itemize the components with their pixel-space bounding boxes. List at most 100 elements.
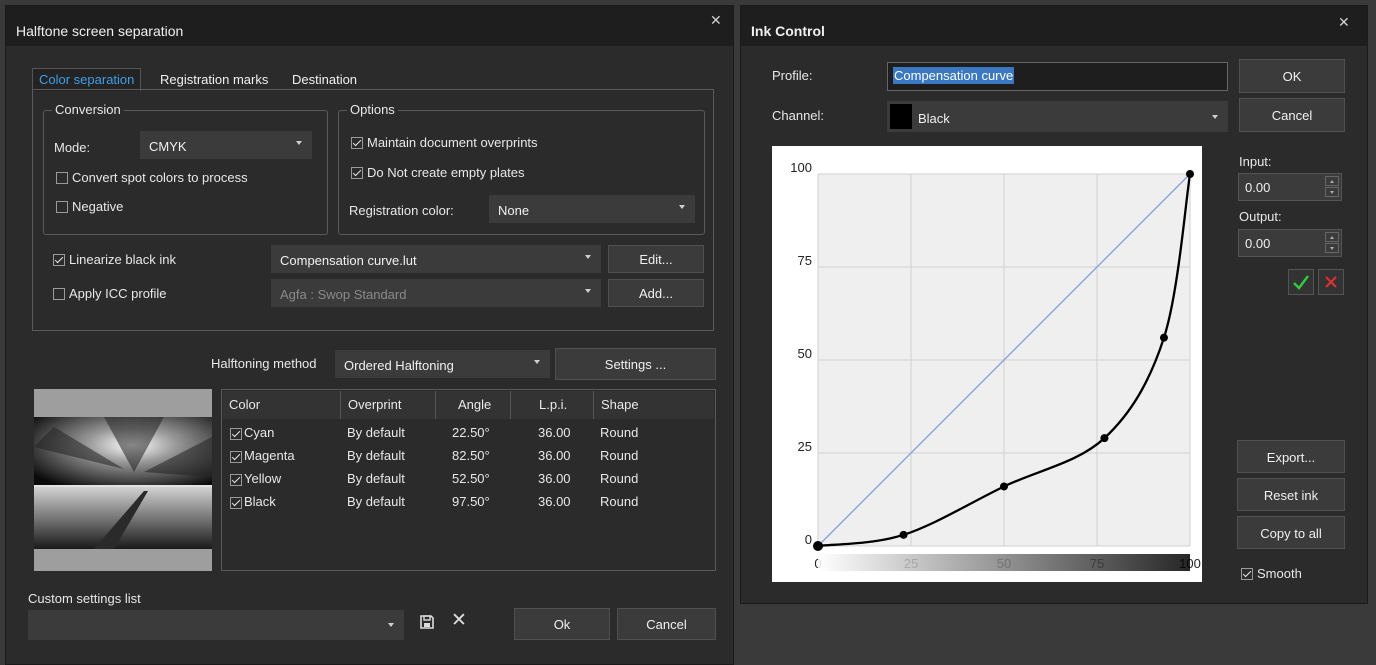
icc-select: Agfa : Swop Standard	[271, 279, 601, 307]
output-stepper[interactable]: 0.00	[1238, 229, 1342, 257]
custom-settings-label: Custom settings list	[28, 591, 141, 606]
add-button[interactable]: Add...	[608, 279, 704, 307]
smooth-checkbox[interactable]	[1241, 568, 1253, 580]
ink-control-window: Ink Control ✕ Profile: Compensation curv…	[740, 5, 1368, 604]
no-empty-plates-label: Do Not create empty plates	[367, 165, 525, 180]
no-empty-plates-checkbox[interactable]	[351, 167, 363, 179]
column-header-shape[interactable]: Shape	[601, 397, 639, 412]
stepper-down-icon[interactable]	[1325, 243, 1339, 253]
profile-input[interactable]: Compensation curve	[887, 62, 1228, 91]
cancel-button[interactable]: Cancel	[1239, 98, 1345, 132]
table-cell: 36.00	[538, 471, 571, 486]
apply-icc-checkbox[interactable]	[53, 288, 65, 300]
tab-color-separation[interactable]: Color separation	[32, 68, 142, 91]
channel-swatch	[890, 104, 912, 129]
column-header-color[interactable]: Color	[229, 397, 260, 412]
stepper-up-icon[interactable]	[1325, 176, 1339, 186]
color-separation-panel: Conversion Mode: CMYK Convert spot color…	[32, 89, 714, 331]
reject-icon[interactable]	[1318, 269, 1344, 295]
table-cell: By default	[347, 448, 405, 463]
table-cell: 22.50°	[452, 425, 490, 440]
table-cell: 36.00	[538, 425, 571, 440]
conversion-legend: Conversion	[52, 102, 124, 117]
curve-point	[899, 530, 908, 539]
registration-color-value: None	[498, 203, 530, 218]
lut-select[interactable]: Compensation curve.lut	[271, 245, 601, 273]
mode-value: CMYK	[149, 139, 187, 154]
ok-button[interactable]: OK	[1239, 59, 1345, 93]
tab-registration-marks[interactable]: Registration marks	[160, 72, 268, 87]
table-cell: By default	[347, 494, 405, 509]
linearize-label: Linearize black ink	[69, 252, 176, 267]
preview-image-frame	[34, 389, 212, 571]
stepper-up-icon[interactable]	[1325, 232, 1339, 242]
table-cell: By default	[347, 471, 405, 486]
ink-control-titlebar: Ink Control ✕	[741, 6, 1367, 46]
maintain-overprints-checkbox[interactable]	[351, 137, 363, 149]
negative-checkbox[interactable]	[56, 201, 68, 213]
halftoning-method-select[interactable]: Ordered Halftoning	[335, 350, 550, 378]
channel-select[interactable]: Black	[887, 101, 1228, 132]
cancel-button[interactable]: Cancel	[617, 608, 716, 640]
column-header-lpi[interactable]: L.p.i.	[539, 397, 567, 412]
mode-select[interactable]: CMYK	[140, 131, 312, 159]
convert-spot-label: Convert spot colors to process	[72, 170, 248, 185]
close-icon[interactable]: ✕	[1338, 14, 1350, 31]
channel-label: Channel:	[772, 108, 825, 123]
halftoning-method-value: Ordered Halftoning	[344, 358, 454, 373]
settings-button[interactable]: Settings ...	[555, 348, 716, 380]
copy-to-all-button[interactable]: Copy to all	[1237, 516, 1345, 549]
row-checkbox[interactable]	[230, 428, 242, 440]
row-checkbox[interactable]	[230, 451, 242, 463]
ink-curve-graph[interactable]: 02550751000255075100	[772, 146, 1202, 582]
table-cell: 36.00	[538, 494, 571, 509]
mode-label: Mode:	[54, 140, 91, 155]
y-tick-label: 0	[805, 532, 812, 547]
y-tick-label: 75	[798, 253, 812, 268]
close-icon[interactable]: ✕	[710, 12, 722, 29]
save-icon[interactable]	[419, 614, 435, 633]
stepper-down-icon[interactable]	[1325, 187, 1339, 197]
apply-icc-label: Apply ICC profile	[69, 286, 167, 301]
channel-value: Black	[918, 111, 950, 126]
convert-spot-checkbox[interactable]	[56, 172, 68, 184]
table-cell: Round	[600, 471, 639, 486]
row-checkbox[interactable]	[230, 474, 242, 486]
curve-point	[1186, 170, 1194, 178]
profile-value: Compensation curve	[893, 67, 1015, 84]
curve-point	[1000, 482, 1008, 491]
confirm-icon[interactable]	[1288, 269, 1314, 295]
negative-label: Negative	[72, 199, 124, 214]
options-group: Options Maintain document overprints Do …	[338, 102, 705, 235]
curve-point	[1159, 333, 1168, 342]
table-cell: Cyan	[244, 425, 275, 440]
preview-image	[34, 417, 212, 549]
input-label: Input:	[1239, 154, 1272, 169]
edit-button[interactable]: Edit...	[608, 245, 704, 273]
reset-ink-button[interactable]: Reset ink	[1237, 478, 1345, 511]
table-cell: Black	[244, 494, 276, 509]
table-cell: Round	[600, 425, 639, 440]
separation-table: Color Overprint Angle L.p.i. Shape Cyan B…	[221, 389, 716, 571]
registration-color-select[interactable]: None	[489, 195, 695, 223]
table-cell: 97.50°	[452, 494, 490, 509]
linearize-checkbox[interactable]	[53, 254, 65, 266]
ok-button[interactable]: Ok	[514, 608, 610, 640]
export-button[interactable]: Export...	[1237, 440, 1345, 473]
custom-settings-select[interactable]	[28, 610, 404, 640]
icc-value: Agfa : Swop Standard	[280, 287, 407, 302]
table-cell: By default	[347, 425, 405, 440]
input-stepper[interactable]: 0.00	[1238, 173, 1342, 201]
chevron-down-icon	[679, 205, 685, 209]
chevron-down-icon	[296, 141, 302, 145]
delete-icon[interactable]: ✕	[451, 609, 467, 632]
maintain-overprints-label: Maintain document overprints	[367, 135, 538, 150]
chevron-down-icon	[1212, 115, 1218, 119]
table-cell: 82.50°	[452, 448, 490, 463]
chevron-down-icon	[388, 623, 394, 627]
y-tick-label: 50	[798, 346, 812, 361]
column-header-angle[interactable]: Angle	[458, 397, 491, 412]
row-checkbox[interactable]	[230, 497, 242, 509]
column-header-overprint[interactable]: Overprint	[348, 397, 401, 412]
tab-destination[interactable]: Destination	[292, 72, 357, 87]
